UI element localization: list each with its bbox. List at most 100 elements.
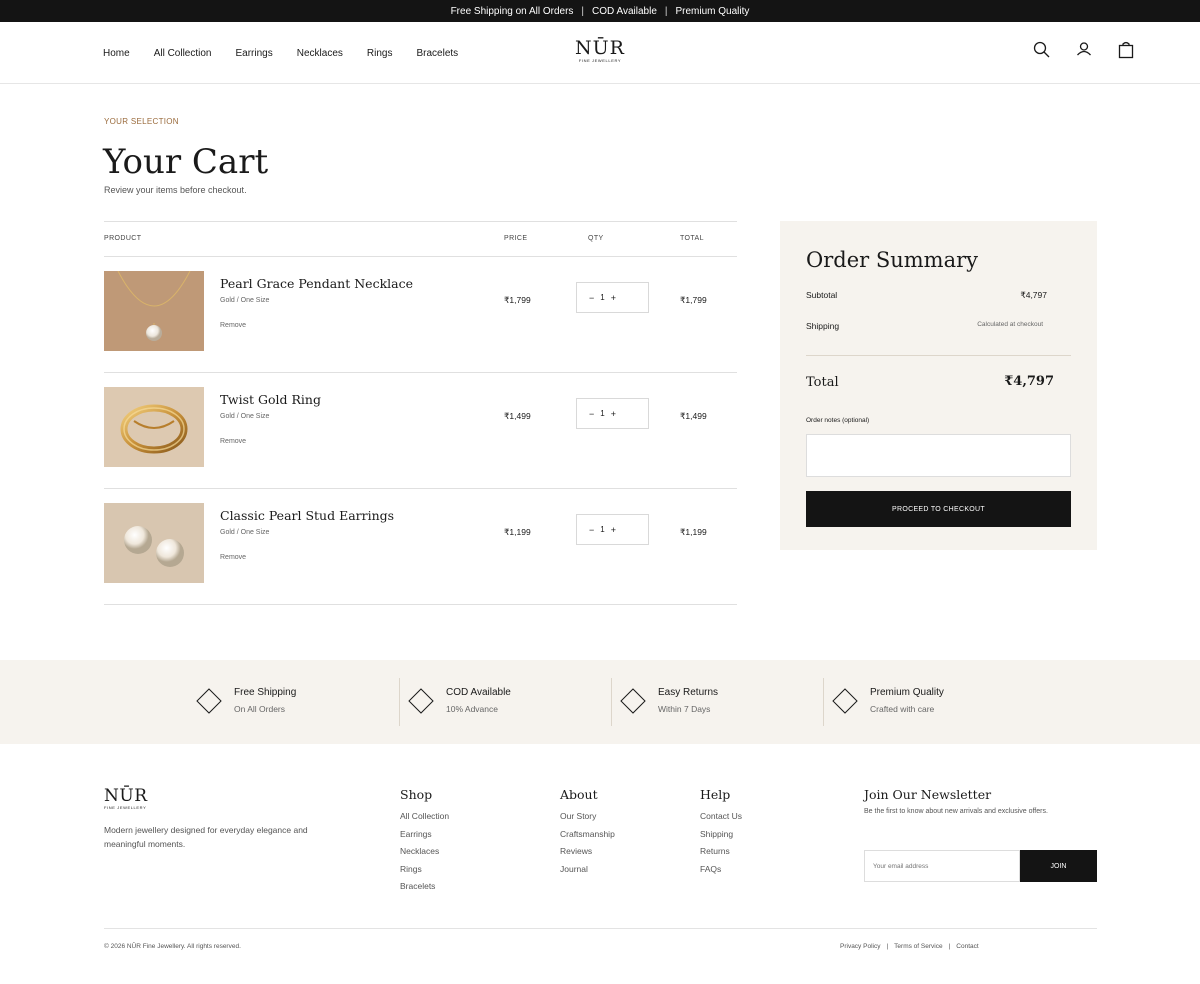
cart-item: Twist Gold Ring Gold / One Size Remove ₹…	[104, 373, 737, 489]
item-total: ₹1,499	[680, 411, 707, 421]
site-header: Home All Collection Earrings Necklaces R…	[0, 22, 1200, 84]
diamond-icon	[196, 688, 222, 714]
legal-links: Privacy Policy | Terms of Service | Cont…	[840, 943, 979, 950]
product-image-earrings[interactable]	[104, 503, 204, 583]
cart-item: Pearl Grace Pendant Necklace Gold / One …	[104, 257, 737, 373]
logo-subtitle: FINE JEWELLERY	[578, 58, 622, 63]
footer-link[interactable]: Craftsmanship	[560, 826, 615, 844]
footer-column-help: Help Contact Us Shipping Returns FAQs	[700, 787, 742, 878]
logo-mark: NŪR	[575, 37, 625, 59]
nav-all-collection[interactable]: All Collection	[154, 48, 212, 59]
footer-divider	[104, 928, 1097, 929]
qty-decrease-button[interactable]: −	[589, 409, 594, 419]
footer-logo[interactable]: NŪR FINE JEWELLERY	[104, 787, 148, 810]
feature-subtitle: Within 7 Days	[658, 704, 711, 714]
features-strip: Free Shipping On All Orders COD Availabl…	[0, 660, 1200, 744]
qty-decrease-button[interactable]: −	[589, 293, 594, 303]
footer-link[interactable]: Our Story	[560, 808, 615, 826]
feature-divider	[399, 678, 400, 726]
contact-link[interactable]: Contact	[956, 943, 978, 950]
product-variant: Gold / One Size	[220, 297, 270, 304]
nav-necklaces[interactable]: Necklaces	[297, 48, 343, 59]
terms-link[interactable]: Terms of Service	[894, 943, 942, 950]
quantity-stepper: − 1 +	[576, 514, 649, 545]
footer-link[interactable]: Bracelets	[400, 878, 449, 896]
announce-separator: |	[581, 5, 585, 17]
qty-value: 1	[600, 293, 605, 302]
footer-column-title: About	[560, 787, 598, 802]
nav-rings[interactable]: Rings	[367, 48, 393, 59]
qty-value: 1	[600, 525, 605, 534]
feature-item: Easy Returns Within 7 Days	[620, 678, 832, 726]
announcement-bar: Free Shipping on All Orders | COD Availa…	[0, 0, 1200, 22]
site-logo[interactable]: NŪR FINE JEWELLERY	[560, 38, 640, 64]
qty-decrease-button[interactable]: −	[589, 525, 594, 535]
item-price: ₹1,199	[504, 527, 531, 537]
product-name[interactable]: Classic Pearl Stud Earrings	[220, 508, 394, 523]
shipping-value: Calculated at checkout	[977, 321, 1043, 328]
diamond-icon	[408, 688, 434, 714]
join-button[interactable]: JOIN	[1020, 850, 1097, 882]
email-field[interactable]	[864, 850, 1020, 882]
copyright: © 2026 NŪR Fine Jewellery. All rights re…	[104, 943, 241, 950]
footer-link[interactable]: Necklaces	[400, 843, 449, 861]
product-variant: Gold / One Size	[220, 413, 270, 420]
footer-column-title: Help	[700, 787, 731, 802]
footer-link[interactable]: FAQs	[700, 861, 742, 879]
feature-subtitle: Crafted with care	[870, 704, 935, 714]
header-icons	[1032, 40, 1136, 60]
qty-value: 1	[600, 409, 605, 418]
nav-bracelets[interactable]: Bracelets	[416, 48, 458, 59]
remove-button[interactable]: Remove	[220, 322, 246, 329]
total-label: Total	[806, 375, 839, 390]
privacy-link[interactable]: Privacy Policy	[840, 943, 880, 950]
footer-link[interactable]: Contact Us	[700, 808, 742, 826]
qty-increase-button[interactable]: +	[611, 525, 616, 535]
feature-item: COD Available 10% Advance	[408, 678, 620, 726]
product-name[interactable]: Pearl Grace Pendant Necklace	[220, 276, 413, 291]
newsletter-title: Join Our Newsletter	[864, 787, 992, 802]
cart-header-row: PRODUCT PRICE QTY TOTAL	[104, 222, 737, 257]
footer-column-shop: Shop All Collection Earrings Necklaces R…	[400, 787, 449, 896]
user-icon[interactable]	[1074, 40, 1094, 60]
order-notes-label: Order notes (optional)	[806, 417, 870, 424]
footer-link[interactable]: Reviews	[560, 843, 615, 861]
page-subtitle: Review your items before checkout.	[104, 185, 247, 195]
order-notes-field[interactable]	[806, 434, 1071, 477]
footer-link[interactable]: All Collection	[400, 808, 449, 826]
footer-link[interactable]: Journal	[560, 861, 615, 879]
nav-home[interactable]: Home	[103, 48, 130, 59]
remove-button[interactable]: Remove	[220, 554, 246, 561]
product-name[interactable]: Twist Gold Ring	[220, 392, 321, 407]
footer-link[interactable]: Rings	[400, 861, 449, 879]
newsletter-text: Be the first to know about new arrivals …	[864, 808, 1048, 815]
col-qty: QTY	[588, 235, 604, 242]
subtotal-label: Subtotal	[806, 290, 838, 300]
search-icon[interactable]	[1032, 40, 1052, 60]
footer-tagline: Modern jewellery designed for everyday e…	[104, 825, 308, 849]
total-value: ₹4,797	[1004, 374, 1054, 389]
footer-link[interactable]: Earrings	[400, 826, 449, 844]
nav-earrings[interactable]: Earrings	[236, 48, 273, 59]
footer-link[interactable]: Returns	[700, 843, 742, 861]
qty-increase-button[interactable]: +	[611, 409, 616, 419]
newsletter-form: JOIN	[864, 850, 1097, 882]
feature-divider	[823, 678, 824, 726]
footer-link[interactable]: Shipping	[700, 826, 742, 844]
product-image-necklace[interactable]	[104, 271, 204, 351]
checkout-button[interactable]: PROCEED TO CHECKOUT	[806, 491, 1071, 527]
feature-title: Easy Returns	[658, 687, 719, 698]
main-nav: Home All Collection Earrings Necklaces R…	[103, 22, 482, 84]
item-price: ₹1,799	[504, 295, 531, 305]
newsletter: Join Our Newsletter Be the first to know…	[864, 787, 1097, 882]
bag-icon[interactable]	[1116, 40, 1136, 60]
item-total: ₹1,199	[680, 527, 707, 537]
remove-button[interactable]: Remove	[220, 438, 246, 445]
order-summary: Order Summary Subtotal ₹4,797 Shipping C…	[780, 221, 1097, 550]
page-eyebrow: YOUR SELECTION	[104, 117, 179, 126]
legal-separator: |	[948, 943, 951, 950]
qty-increase-button[interactable]: +	[611, 293, 616, 303]
product-image-ring[interactable]	[104, 387, 204, 467]
legal-separator: |	[886, 943, 889, 950]
summary-divider	[806, 355, 1071, 356]
